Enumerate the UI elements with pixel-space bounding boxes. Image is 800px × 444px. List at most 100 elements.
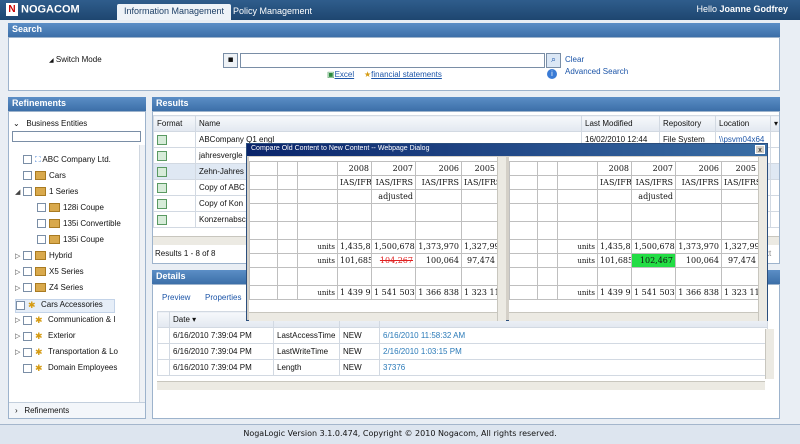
- expand-triangle-icon[interactable]: ▷: [15, 252, 23, 260]
- expand-triangle-icon[interactable]: ▷: [15, 332, 23, 340]
- tree-item-1-series[interactable]: ◢ 1 Series: [15, 187, 78, 201]
- col-last-modified[interactable]: Last Modified: [581, 115, 660, 132]
- user-name: Joanne Godfrey: [719, 4, 788, 14]
- inserted-value: 102,467: [631, 253, 676, 268]
- tree-item-abc-company[interactable]: ⛶ ABC Company Ltd.: [15, 155, 111, 169]
- details-horizontal-scrollbar[interactable]: [157, 381, 765, 390]
- col-name[interactable]: Name: [195, 115, 582, 132]
- chevron-down-icon: ⌄: [13, 119, 20, 128]
- tree-item-exterior[interactable]: ▷ ✱ Exterior: [15, 331, 76, 345]
- tree-item-135i-convertible[interactable]: 135i Convertible: [37, 219, 121, 233]
- excel-icon: [157, 182, 167, 193]
- excel-icon: ▣: [327, 70, 335, 79]
- tree-item-x5-series[interactable]: ▷ X5 Series: [15, 267, 84, 281]
- details-vertical-scrollbar[interactable]: [765, 329, 774, 379]
- search-panel: ◢ Switch Mode ▪ ⌕ Clear i Advanced Searc…: [8, 37, 780, 91]
- search-input[interactable]: [240, 53, 545, 68]
- results-title: Results: [152, 97, 780, 111]
- user-greeting: Hello Joanne Godfrey: [696, 4, 788, 14]
- checkbox[interactable]: [23, 251, 32, 261]
- tree-item-transportation[interactable]: ▷ ✱ Transportation & Lo: [15, 347, 118, 361]
- tree-item-cars[interactable]: Cars: [15, 171, 66, 185]
- key-icon: ✱: [35, 315, 43, 325]
- table-row[interactable]: 6/16/2010 7:39:04 PM Length NEW 37376: [157, 359, 768, 376]
- expand-triangle-icon[interactable]: ▷: [15, 348, 23, 356]
- tree-item-domain-employees[interactable]: ✱ Domain Employees: [15, 363, 117, 377]
- checkbox[interactable]: [23, 187, 32, 197]
- tree-item-hybrid[interactable]: ▷ Hybrid: [15, 251, 72, 265]
- checkbox[interactable]: [23, 331, 32, 341]
- compare-dialog: Compare Old Content to New Content -- We…: [246, 143, 768, 321]
- excel-icon: [157, 214, 167, 225]
- expand-triangle-icon[interactable]: ◢: [15, 188, 23, 196]
- tree-item-cars-accessories[interactable]: ✱ Cars Accessories: [15, 299, 115, 313]
- expand-triangle-icon[interactable]: ▷: [15, 284, 23, 292]
- close-icon[interactable]: x: [755, 145, 765, 154]
- tree-item-communication[interactable]: ▷ ✱ Communication & I: [15, 315, 116, 329]
- checkbox[interactable]: [16, 300, 25, 310]
- checkbox[interactable]: [23, 283, 32, 293]
- tab-preview[interactable]: Preview: [162, 293, 190, 302]
- new-pane-horizontal-scrollbar[interactable]: [509, 312, 758, 321]
- triangle-icon: ◢: [49, 58, 54, 64]
- tree-item-128i-coupe[interactable]: 128i Coupe: [37, 203, 104, 217]
- old-pane-vertical-scrollbar[interactable]: [497, 157, 506, 321]
- checkbox[interactable]: [23, 315, 32, 325]
- folder-icon: [35, 187, 46, 197]
- checkbox[interactable]: [23, 171, 32, 181]
- suggestion-financial-statements[interactable]: ★financial statements: [364, 70, 442, 79]
- tab-policy-management[interactable]: Policy Management: [226, 4, 319, 20]
- logo: N NOGACOM: [6, 3, 80, 16]
- search-icon[interactable]: ⌕: [546, 53, 561, 68]
- checkbox[interactable]: [37, 235, 46, 245]
- old-content-table: 2008200720062005 IAS/IFRSIAS/IFRSIAS/IFR…: [249, 161, 498, 300]
- refinements-scrollbar[interactable]: [139, 145, 145, 402]
- folder-icon: [49, 219, 60, 229]
- advanced-search-link[interactable]: Advanced Search: [565, 67, 628, 76]
- results-header-row: Format Name Last Modified Repository Loc…: [153, 115, 779, 132]
- tree-item-z4-series[interactable]: ▷ Z4 Series: [15, 283, 83, 297]
- old-content-pane: 2008200720062005 IAS/IFRSIAS/IFRSIAS/IFR…: [249, 157, 506, 321]
- footer: NogaLogic Version 3.1.0.474, Copyright ©…: [0, 424, 800, 444]
- business-entities-header[interactable]: ⌄ Business Entities: [13, 119, 87, 128]
- folder-icon: [35, 251, 46, 261]
- dropdown-icon[interactable]: ▾: [192, 315, 196, 324]
- col-location[interactable]: Location: [715, 115, 771, 132]
- old-pane-horizontal-scrollbar[interactable]: [249, 312, 497, 321]
- expand-triangle-icon[interactable]: ▷: [15, 268, 23, 276]
- checkbox[interactable]: [23, 363, 32, 373]
- checkbox[interactable]: [37, 203, 46, 213]
- save-icon[interactable]: ▪: [223, 53, 238, 68]
- table-row[interactable]: 6/16/2010 7:39:04 PM LastWriteTime NEW 2/16…: [157, 343, 768, 360]
- clear-link[interactable]: Clear: [565, 55, 584, 64]
- checkbox[interactable]: [23, 347, 32, 357]
- refinements-title: Refinements: [8, 97, 146, 111]
- refinements-panel: ⌄ Business Entities ⛶ ABC Company Ltd. C…: [8, 111, 146, 419]
- excel-icon: [157, 150, 167, 161]
- folder-icon: [49, 203, 60, 213]
- checkbox[interactable]: [23, 267, 32, 277]
- new-content-table: 2008200720062005 IAS/IFRSIAS/IFRSIAS/IFR…: [509, 161, 759, 300]
- info-icon[interactable]: i: [547, 69, 557, 79]
- key-icon: ✱: [28, 300, 36, 310]
- deleted-value: 104,267: [371, 253, 416, 268]
- col-repository[interactable]: Repository: [659, 115, 716, 132]
- suggestion-excel[interactable]: ▣Excel: [327, 70, 354, 79]
- switch-mode-button[interactable]: ◢ Switch Mode: [49, 55, 102, 64]
- tab-information-management[interactable]: Information Management: [117, 4, 232, 20]
- checkbox[interactable]: [23, 155, 32, 165]
- expand-triangle-icon[interactable]: ▷: [15, 316, 23, 324]
- new-pane-vertical-scrollbar[interactable]: [758, 157, 767, 321]
- top-bar: N NOGACOM Information Management Policy M…: [0, 0, 800, 20]
- refinements-footer[interactable]: › Refinements: [9, 402, 145, 418]
- results-paging: Results 1 - 8 of 8: [155, 249, 216, 258]
- checkbox[interactable]: [37, 219, 46, 229]
- col-format[interactable]: Format: [153, 115, 196, 132]
- excel-icon: [157, 198, 167, 209]
- tree-item-135i-coupe[interactable]: 135i Coupe: [37, 235, 104, 249]
- refinements-filter-input[interactable]: [12, 131, 141, 142]
- table-row[interactable]: 6/16/2010 7:39:04 PM LastAccessTime NEW 6/1…: [157, 327, 768, 344]
- tab-properties[interactable]: Properties: [205, 293, 241, 302]
- column-menu-icon[interactable]: ▾: [770, 115, 779, 132]
- folder-icon: [35, 283, 46, 293]
